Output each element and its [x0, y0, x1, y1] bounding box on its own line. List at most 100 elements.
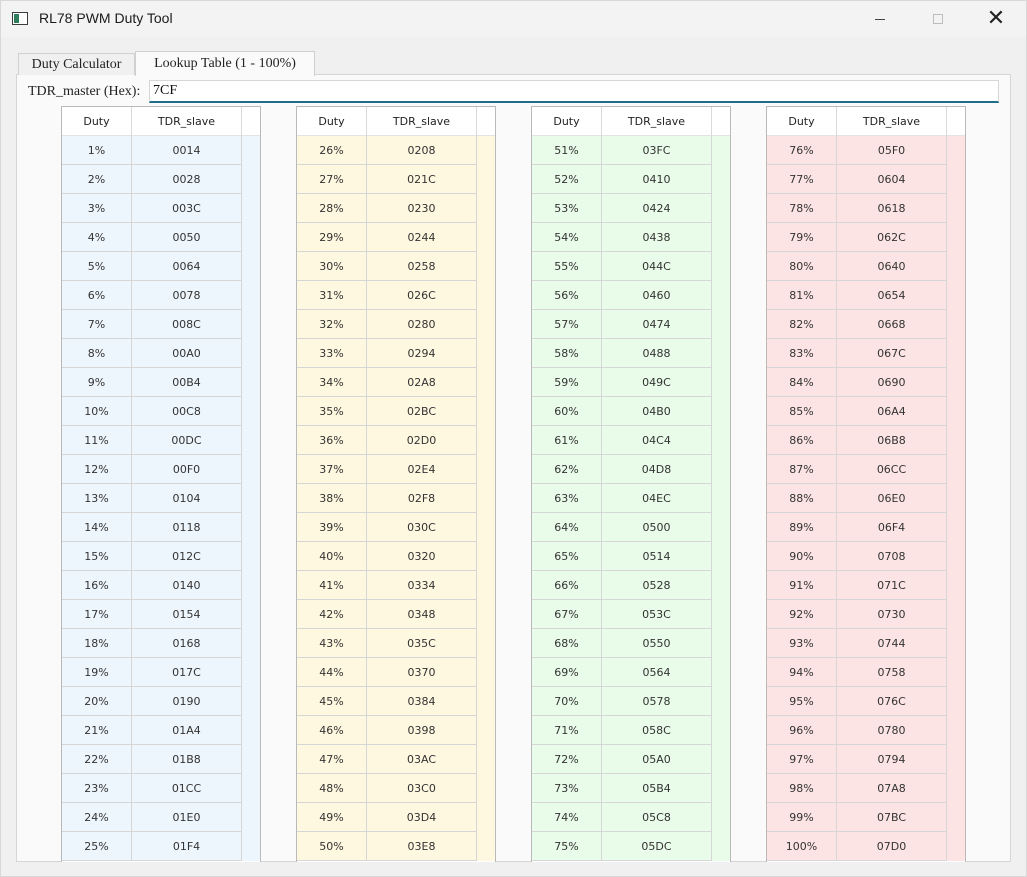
- tdr-slave-cell[interactable]: 03E8: [367, 832, 477, 861]
- table-row[interactable]: 32% 0280: [297, 310, 495, 339]
- duty-cell[interactable]: 91%: [767, 571, 837, 600]
- duty-cell[interactable]: 65%: [532, 542, 602, 571]
- table-row[interactable]: 43% 035C: [297, 629, 495, 658]
- duty-cell[interactable]: 20%: [62, 687, 132, 716]
- table-row[interactable]: 37% 02E4: [297, 455, 495, 484]
- maximize-button[interactable]: [915, 1, 961, 37]
- table-row[interactable]: 89% 06F4: [767, 513, 965, 542]
- duty-cell[interactable]: 7%: [62, 310, 132, 339]
- tdr-slave-cell[interactable]: 0758: [837, 658, 947, 687]
- column-header-duty[interactable]: Duty: [532, 107, 602, 136]
- duty-cell[interactable]: 29%: [297, 223, 367, 252]
- table-row[interactable]: 12% 00F0: [62, 455, 260, 484]
- duty-cell[interactable]: 31%: [297, 281, 367, 310]
- duty-cell[interactable]: 13%: [62, 484, 132, 513]
- tdr-slave-cell[interactable]: 06CC: [837, 455, 947, 484]
- table-row[interactable]: 1% 0014: [62, 136, 260, 165]
- tdr-slave-cell[interactable]: 0230: [367, 194, 477, 223]
- table-row[interactable]: 34% 02A8: [297, 368, 495, 397]
- duty-cell[interactable]: 52%: [532, 165, 602, 194]
- tdr-slave-cell[interactable]: 03C0: [367, 774, 477, 803]
- table-row[interactable]: 68% 0550: [532, 629, 730, 658]
- tdr-slave-cell[interactable]: 0604: [837, 165, 947, 194]
- table-row[interactable]: 47% 03AC: [297, 745, 495, 774]
- tdr-slave-cell[interactable]: 06B8: [837, 426, 947, 455]
- tdr-master-input[interactable]: [149, 80, 999, 103]
- duty-cell[interactable]: 36%: [297, 426, 367, 455]
- tdr-slave-cell[interactable]: 0078: [132, 281, 242, 310]
- table-row[interactable]: 5% 0064: [62, 252, 260, 281]
- duty-cell[interactable]: 86%: [767, 426, 837, 455]
- tdr-slave-cell[interactable]: 0294: [367, 339, 477, 368]
- table-row[interactable]: 10% 00C8: [62, 397, 260, 426]
- tdr-slave-cell[interactable]: 0794: [837, 745, 947, 774]
- duty-cell[interactable]: 98%: [767, 774, 837, 803]
- tdr-slave-cell[interactable]: 0424: [602, 194, 712, 223]
- table-row[interactable]: 11% 00DC: [62, 426, 260, 455]
- table-row[interactable]: 16% 0140: [62, 571, 260, 600]
- tdr-slave-cell[interactable]: 0370: [367, 658, 477, 687]
- tdr-slave-cell[interactable]: 003C: [132, 194, 242, 223]
- table-row[interactable]: 28% 0230: [297, 194, 495, 223]
- tdr-slave-cell[interactable]: 049C: [602, 368, 712, 397]
- table-row[interactable]: 18% 0168: [62, 629, 260, 658]
- table-row[interactable]: 84% 0690: [767, 368, 965, 397]
- table-row[interactable]: 94% 0758: [767, 658, 965, 687]
- duty-cell[interactable]: 39%: [297, 513, 367, 542]
- table-row[interactable]: 86% 06B8: [767, 426, 965, 455]
- duty-cell[interactable]: 35%: [297, 397, 367, 426]
- duty-cell[interactable]: 27%: [297, 165, 367, 194]
- table-row[interactable]: 6% 0078: [62, 281, 260, 310]
- duty-cell[interactable]: 49%: [297, 803, 367, 832]
- duty-cell[interactable]: 85%: [767, 397, 837, 426]
- duty-cell[interactable]: 47%: [297, 745, 367, 774]
- tdr-slave-cell[interactable]: 0118: [132, 513, 242, 542]
- duty-cell[interactable]: 25%: [62, 832, 132, 861]
- duty-cell[interactable]: 82%: [767, 310, 837, 339]
- duty-cell[interactable]: 66%: [532, 571, 602, 600]
- tdr-slave-cell[interactable]: 02E4: [367, 455, 477, 484]
- table-row[interactable]: 35% 02BC: [297, 397, 495, 426]
- tdr-slave-cell[interactable]: 05DC: [602, 832, 712, 861]
- tdr-slave-cell[interactable]: 04B0: [602, 397, 712, 426]
- tdr-slave-cell[interactable]: 0384: [367, 687, 477, 716]
- tdr-slave-cell[interactable]: 02D0: [367, 426, 477, 455]
- tdr-slave-cell[interactable]: 01E0: [132, 803, 242, 832]
- duty-cell[interactable]: 54%: [532, 223, 602, 252]
- table-row[interactable]: 75% 05DC: [532, 832, 730, 861]
- duty-cell[interactable]: 28%: [297, 194, 367, 223]
- duty-cell[interactable]: 19%: [62, 658, 132, 687]
- tdr-slave-cell[interactable]: 00F0: [132, 455, 242, 484]
- table-row[interactable]: 8% 00A0: [62, 339, 260, 368]
- duty-cell[interactable]: 26%: [297, 136, 367, 165]
- tdr-slave-cell[interactable]: 0550: [602, 629, 712, 658]
- duty-cell[interactable]: 51%: [532, 136, 602, 165]
- tdr-slave-cell[interactable]: 0208: [367, 136, 477, 165]
- tdr-slave-cell[interactable]: 04EC: [602, 484, 712, 513]
- table-row[interactable]: 53% 0424: [532, 194, 730, 223]
- duty-cell[interactable]: 89%: [767, 513, 837, 542]
- tdr-slave-cell[interactable]: 0168: [132, 629, 242, 658]
- duty-cell[interactable]: 71%: [532, 716, 602, 745]
- table-row[interactable]: 85% 06A4: [767, 397, 965, 426]
- lookup-table-2[interactable]: Duty TDR_slave 26% 0208 27% 021C 28% 0230 29% 024…: [296, 106, 496, 862]
- duty-cell[interactable]: 88%: [767, 484, 837, 513]
- tdr-slave-cell[interactable]: 05F0: [837, 136, 947, 165]
- duty-cell[interactable]: 9%: [62, 368, 132, 397]
- tdr-slave-cell[interactable]: 0320: [367, 542, 477, 571]
- table-row[interactable]: 96% 0780: [767, 716, 965, 745]
- tdr-slave-cell[interactable]: 0190: [132, 687, 242, 716]
- table-row[interactable]: 54% 0438: [532, 223, 730, 252]
- table-row[interactable]: 7% 008C: [62, 310, 260, 339]
- duty-cell[interactable]: 17%: [62, 600, 132, 629]
- tdr-slave-cell[interactable]: 0474: [602, 310, 712, 339]
- table-row[interactable]: 55% 044C: [532, 252, 730, 281]
- table-row[interactable]: 90% 0708: [767, 542, 965, 571]
- duty-cell[interactable]: 8%: [62, 339, 132, 368]
- duty-cell[interactable]: 4%: [62, 223, 132, 252]
- table-row[interactable]: 70% 0578: [532, 687, 730, 716]
- duty-cell[interactable]: 69%: [532, 658, 602, 687]
- tdr-slave-cell[interactable]: 05A0: [602, 745, 712, 774]
- duty-cell[interactable]: 24%: [62, 803, 132, 832]
- table-row[interactable]: 76% 05F0: [767, 136, 965, 165]
